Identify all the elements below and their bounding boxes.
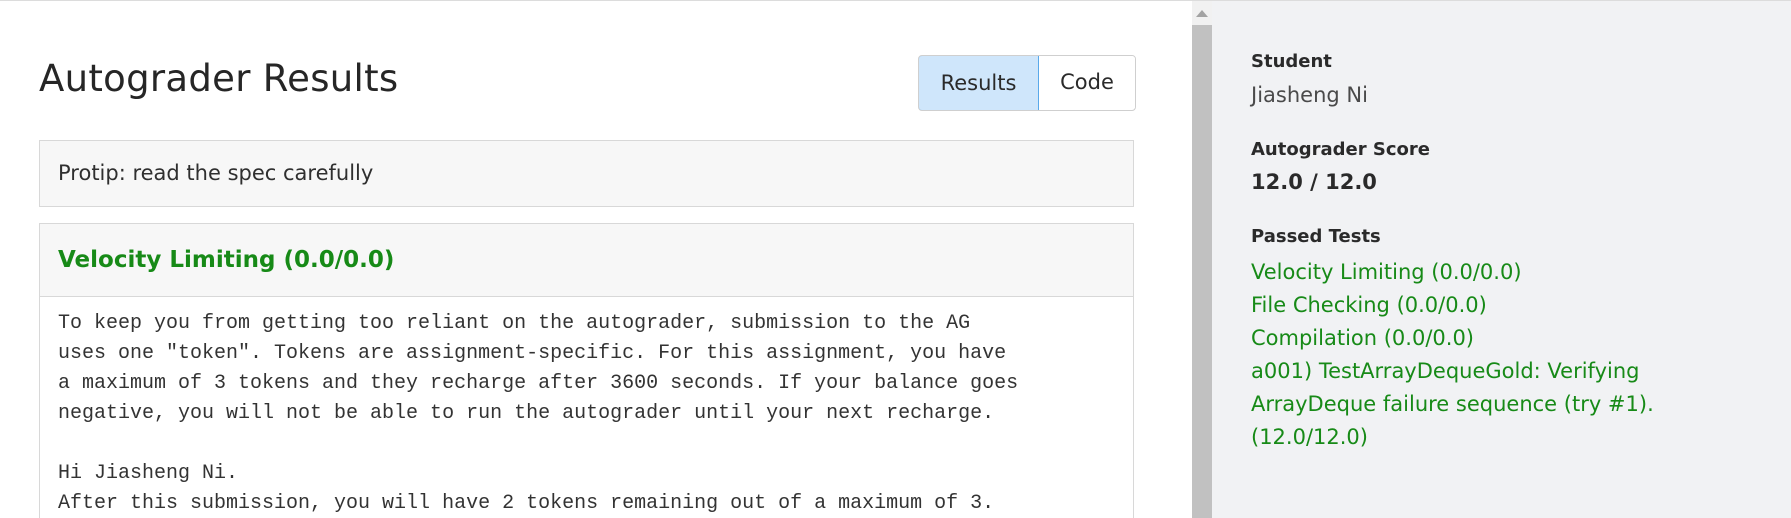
passed-tests-list: Velocity Limiting (0.0/0.0) File Checkin…	[1251, 256, 1761, 454]
protip-box: Protip: read the spec carefully	[39, 140, 1134, 207]
passed-test-link[interactable]: File Checking (0.0/0.0)	[1251, 289, 1761, 322]
passed-test-link[interactable]: Compilation (0.0/0.0)	[1251, 322, 1761, 355]
output-line: To keep you from getting too reliant on …	[58, 312, 971, 335]
output-line: After this submission, you will have 2 t…	[58, 492, 995, 515]
vertical-scrollbar[interactable]	[1192, 1, 1212, 518]
scroll-up-arrow-icon	[1196, 10, 1208, 17]
tab-results[interactable]: Results	[919, 56, 1039, 110]
submission-sidebar: Student Jiasheng Ni Autograder Score 12.…	[1212, 1, 1791, 518]
autograder-page: Autograder Results Results Code Protip: …	[0, 0, 1791, 518]
test-output: To keep you from getting too reliant on …	[40, 297, 1133, 518]
student-label: Student	[1251, 51, 1332, 72]
tab-code[interactable]: Code	[1039, 56, 1135, 108]
score-label: Autograder Score	[1251, 139, 1430, 160]
results-panel: Autograder Results Results Code Protip: …	[0, 1, 1192, 518]
test-result-card: Velocity Limiting (0.0/0.0) To keep you …	[39, 223, 1134, 518]
output-line: negative, you will not be able to run th…	[58, 402, 995, 425]
scroll-up-button[interactable]	[1192, 1, 1212, 25]
passed-tests-label: Passed Tests	[1251, 226, 1381, 247]
student-name: Jiasheng Ni	[1251, 83, 1368, 107]
view-toggle: Results Code	[918, 55, 1136, 111]
output-line: a maximum of 3 tokens and they recharge …	[58, 372, 1019, 395]
score-value: 12.0 / 12.0	[1251, 170, 1377, 194]
page-title: Autograder Results	[39, 57, 399, 100]
output-line: Hi Jiasheng Ni.	[58, 462, 239, 485]
passed-test-link[interactable]: a001) TestArrayDequeGold: Verifying Arra…	[1251, 355, 1761, 454]
output-line: uses one "token". Tokens are assignment-…	[58, 342, 1007, 365]
test-title: Velocity Limiting (0.0/0.0)	[40, 224, 1133, 297]
passed-test-link[interactable]: Velocity Limiting (0.0/0.0)	[1251, 256, 1761, 289]
